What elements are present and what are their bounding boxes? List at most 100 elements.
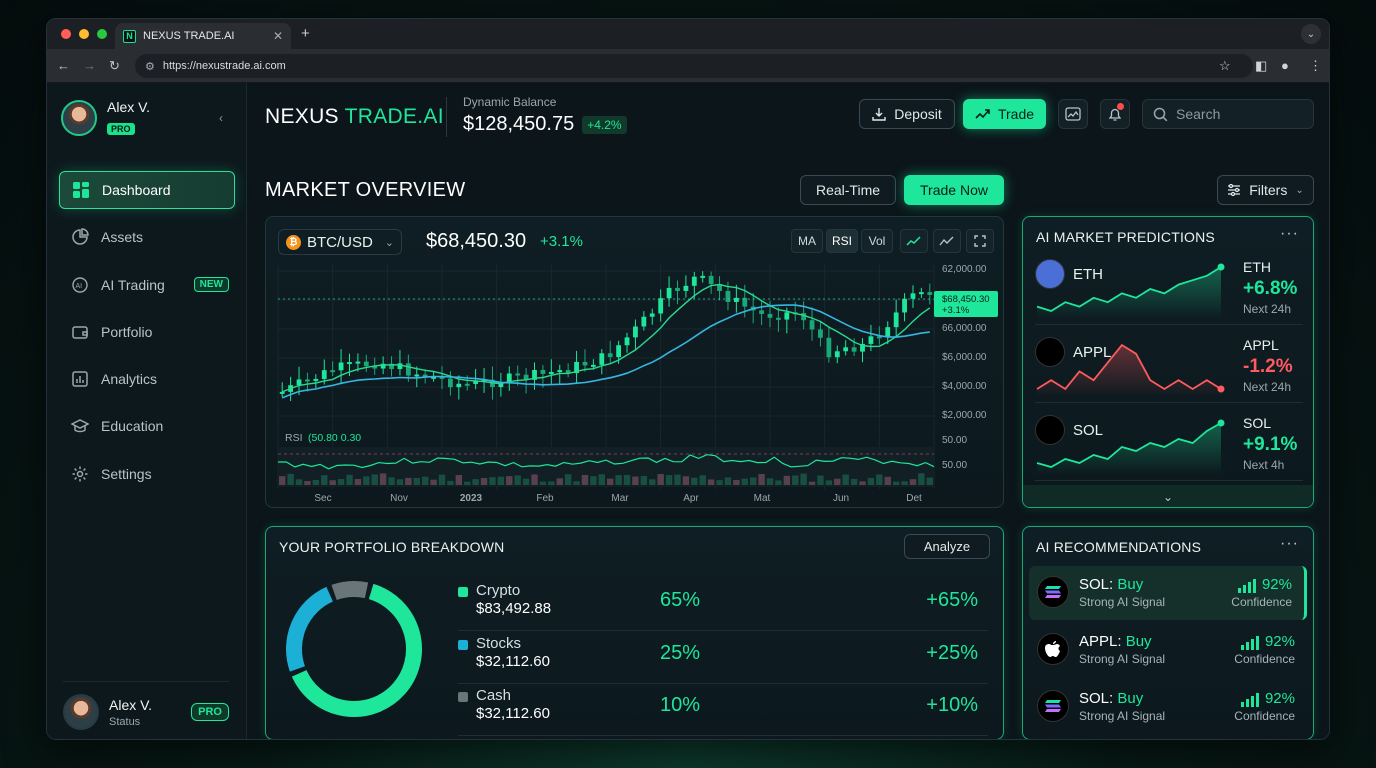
tab-search-button[interactable]: ⌄ [1301, 24, 1321, 44]
volume-bar [783, 475, 791, 485]
rsi-toggle[interactable]: RSI [826, 229, 858, 253]
back-icon[interactable]: ← [57, 58, 70, 73]
volume-bar [909, 479, 917, 485]
recommendations-title: AI RECOMMENDATIONS [1036, 539, 1202, 555]
y-tick-label: 50.00 [942, 460, 967, 471]
volume-bar [766, 478, 774, 485]
candle-body [515, 373, 521, 376]
trade-button[interactable]: Trade [963, 99, 1046, 129]
more-options-icon[interactable]: ··· [1280, 225, 1299, 243]
notification-bell-icon[interactable] [1100, 99, 1130, 129]
browser-menu-icon[interactable]: ⋮ [1309, 58, 1322, 74]
recommendation-item[interactable]: SOL: Buy Strong AI Signal 92% Confidence [1029, 680, 1307, 734]
sidebar-item-education[interactable]: Education [59, 407, 235, 445]
minimize-window-button[interactable] [79, 29, 89, 39]
browser-tab[interactable]: N NEXUS TRADE.AI ✕ [115, 23, 291, 49]
chevron-down-icon: ⌄ [384, 236, 394, 249]
analyze-button[interactable]: Analyze [904, 534, 990, 559]
collapse-sidebar-icon[interactable]: ‹ [219, 111, 223, 125]
bookmark-star-icon[interactable]: ☆ [1219, 58, 1231, 74]
recommendation-item[interactable]: APPL: Buy Strong AI Signal 92% Confidence [1029, 623, 1307, 677]
sidebar-item-ai-trading[interactable]: AI AI Trading NEW [59, 266, 235, 304]
more-options-icon[interactable]: ··· [1280, 535, 1299, 553]
gallery-icon[interactable] [1058, 99, 1088, 129]
asset-value: $32,112.60 [476, 705, 550, 722]
line-chart-icon[interactable] [900, 229, 928, 253]
candle-body [305, 379, 310, 382]
search-input[interactable] [1176, 106, 1296, 122]
deposit-button[interactable]: Deposit [859, 99, 955, 129]
prediction-row[interactable]: APPL APPL -1.2% Next 24h [1035, 325, 1303, 403]
search-box[interactable] [1142, 99, 1314, 129]
asset-change: +25% [926, 641, 978, 664]
candlestick-chart[interactable]: $68,450.30+3.1% 62,000.00 $6,000.00 $4,000.… [266, 257, 1003, 507]
y-tick-label: $6,000.00 [942, 352, 987, 363]
apple-icon [1037, 633, 1069, 665]
rec-confidence-label: Confidence [1234, 652, 1295, 666]
close-tab-icon[interactable]: ✕ [273, 29, 283, 43]
signal-bars-icon [1237, 579, 1256, 593]
sidebar-item-settings[interactable]: Settings [59, 455, 235, 493]
filters-button[interactable]: Filters ⌄ [1217, 175, 1314, 205]
site-settings-icon[interactable]: ⚙ [145, 60, 155, 73]
realtime-button[interactable]: Real-Time [800, 175, 896, 205]
prediction-sparkline [1036, 419, 1225, 475]
maximize-window-button[interactable] [97, 29, 107, 39]
brand-text-accent: TRADE.AI [344, 105, 444, 128]
sparkline-area [1037, 267, 1221, 319]
volume-bar [792, 475, 799, 485]
close-window-button[interactable] [61, 29, 71, 39]
ma-toggle[interactable]: MA [791, 229, 823, 253]
prediction-symbol: SOL [1243, 415, 1272, 431]
candle-body [363, 361, 369, 367]
profile-icon[interactable]: ● [1281, 58, 1289, 73]
reload-icon[interactable]: ↻ [109, 58, 120, 74]
sidebar-item-analytics[interactable]: Analytics [59, 360, 235, 398]
candle-body [843, 347, 849, 352]
candle-body [666, 287, 672, 299]
avatar [63, 694, 99, 730]
balance-change-badge: +4.2% [582, 115, 627, 134]
sidebar-item-assets[interactable]: Assets [59, 218, 235, 256]
legend-swatch [458, 692, 468, 702]
volume-bar [892, 481, 900, 485]
volume-bar [926, 477, 933, 485]
new-tab-button[interactable]: + [301, 25, 310, 42]
app: Alex V. PRO ‹ Dashboard Assets AI AI Tra… [47, 83, 1329, 739]
portfolio-row[interactable]: Crypto $83,492.88 65% +65% [458, 579, 988, 631]
expand-chevron-icon[interactable]: ⌄ [1023, 485, 1313, 507]
y-tick-label: $2,000.00 [942, 410, 987, 421]
pair-label: BTC/USD [307, 233, 373, 251]
trend-up-icon [975, 109, 990, 119]
volume-bar [682, 476, 690, 485]
portfolio-row[interactable]: Cash $32,112.60 10% +10% [458, 684, 988, 736]
recommendation-item[interactable]: SOL: Buy Strong AI Signal 92% Confidence [1029, 566, 1307, 620]
trade-now-button[interactable]: Trade Now [904, 175, 1004, 205]
prediction-horizon: Next 24h [1243, 380, 1292, 394]
deposit-label: Deposit [894, 106, 942, 122]
portfolio-row[interactable]: Stocks $32,112.60 25% +25% [458, 632, 988, 684]
prediction-sparkline [1036, 343, 1225, 397]
candle-body [279, 391, 285, 394]
prediction-row[interactable]: SOL SOL +9.1% Next 4h [1035, 403, 1303, 481]
asset-percent: 25% [660, 641, 701, 664]
sidebar-item-portfolio[interactable]: Portfolio [59, 313, 235, 351]
sidebar-item-dashboard[interactable]: Dashboard [59, 171, 235, 209]
forward-icon[interactable]: → [83, 58, 96, 73]
rsi-label: RSI [285, 432, 303, 444]
pair-selector[interactable]: ₿ BTC/USD ⌄ [278, 229, 402, 255]
volume-bar [539, 481, 547, 485]
volume-bar [321, 475, 328, 485]
prediction-row[interactable]: ETH ETH +6.8% Next 24h [1035, 247, 1303, 325]
area-chart-icon[interactable] [933, 229, 961, 253]
x-tick-label: Jun [833, 493, 849, 504]
volume-bar [312, 479, 320, 485]
fullscreen-icon[interactable] [966, 229, 994, 253]
user-profile[interactable]: Alex V. PRO [61, 99, 150, 137]
vol-toggle[interactable]: Vol [861, 229, 893, 253]
candle-body [616, 345, 622, 358]
volume-bar [581, 474, 589, 485]
url-field[interactable]: ⚙ https://nexustrade.ai.com [135, 54, 1253, 78]
bottom-user-profile[interactable]: Alex V. Status PRO [63, 681, 229, 730]
sidepanel-icon[interactable]: ◧ [1255, 58, 1267, 74]
